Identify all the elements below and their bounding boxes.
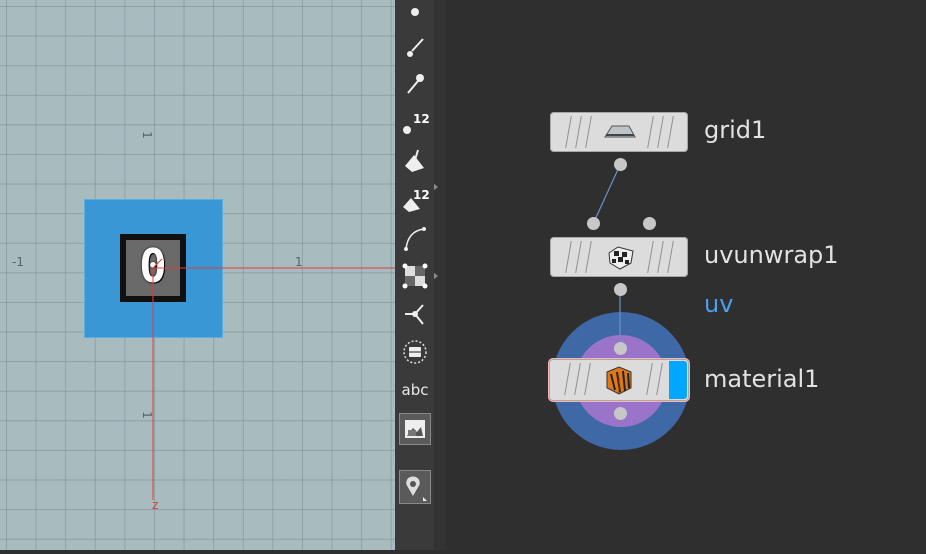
display-flag[interactable] — [669, 361, 687, 399]
uv-viewport[interactable]: -1 1 1 1 0 z — [0, 0, 395, 550]
backface-icon[interactable] — [398, 336, 432, 368]
uv-checker-icon[interactable] — [398, 260, 432, 292]
svg-text:12: 12 — [413, 188, 430, 202]
output-port-material1[interactable] — [614, 407, 627, 420]
point-number-icon[interactable]: 12 — [398, 108, 432, 140]
text-icon[interactable]: abc — [398, 374, 432, 406]
node-label-grid1: grid1 — [704, 116, 767, 144]
display-options-shelf: 12 12 abc — [395, 0, 435, 550]
curve-icon[interactable] — [398, 222, 432, 254]
point-icon[interactable] — [398, 0, 432, 28]
grid-plane-icon — [604, 125, 636, 138]
node-uvunwrap1[interactable] — [550, 237, 688, 277]
brush-icon[interactable] — [398, 32, 432, 64]
z-axis-label: z — [152, 498, 159, 512]
material-icon — [606, 366, 632, 395]
node-material1[interactable] — [549, 359, 689, 401]
primitive-icon[interactable] — [398, 145, 432, 177]
input-port-uvunwrap1-1[interactable] — [643, 217, 656, 230]
pane-divider[interactable] — [431, 0, 446, 550]
output-port-uvunwrap1[interactable] — [614, 283, 627, 296]
background-image-icon[interactable] — [399, 413, 431, 445]
primitive-number-icon[interactable]: 12 — [398, 184, 432, 216]
network-editor[interactable]: grid1 uvunwrap1 uv material1 — [446, 0, 926, 550]
node-label-uvunwrap1: uvunwrap1 — [704, 241, 839, 269]
output-port-grid1[interactable] — [614, 158, 627, 171]
node-label-material1: material1 — [704, 365, 820, 393]
wire-attribute-label: uv — [704, 290, 734, 318]
svg-text:12: 12 — [413, 112, 430, 126]
input-port-uvunwrap1-0[interactable] — [587, 217, 600, 230]
uv-unwrap-icon — [608, 246, 634, 270]
normals-icon[interactable] — [398, 298, 432, 330]
input-port-material1[interactable] — [614, 342, 627, 355]
origin-axes — [152, 258, 395, 500]
node-grid1[interactable] — [550, 112, 688, 152]
location-pin-icon[interactable] — [399, 470, 431, 504]
pin-icon[interactable] — [398, 68, 432, 100]
